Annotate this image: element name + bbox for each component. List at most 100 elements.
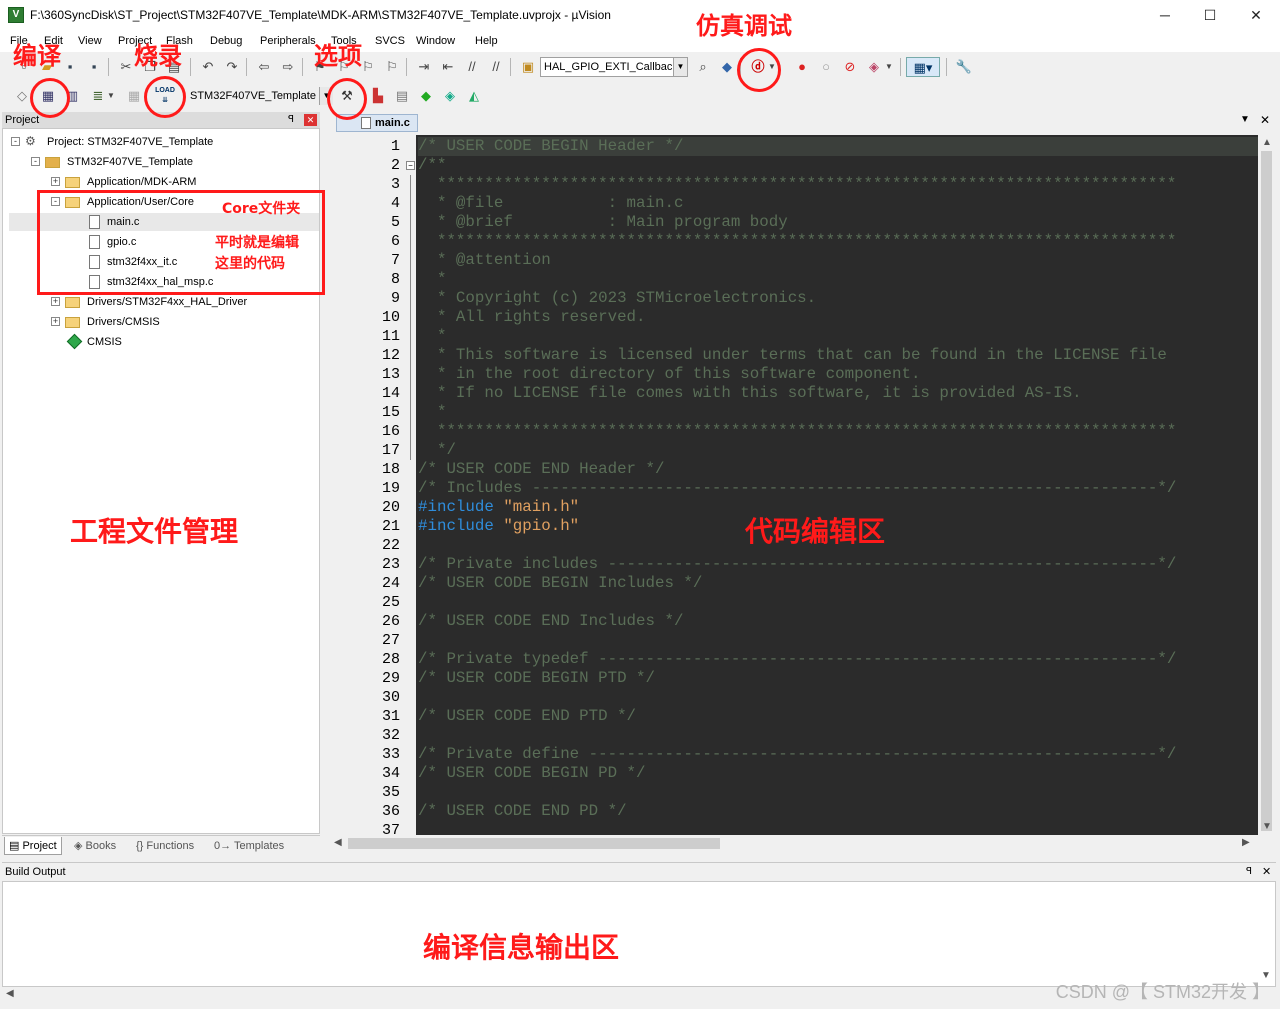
tree-item-target[interactable]: - STM32F407VE_Template [9,153,309,171]
configure-tools-icon[interactable]: 🔧 [954,57,974,77]
kill-breakpoints-icon[interactable]: ⊘ [840,57,860,77]
close-icon[interactable]: ✕ [304,114,317,126]
tab-books-label: Books [85,840,117,852]
pin-icon[interactable]: ꟼ [1246,863,1252,881]
window-title: F:\360SyncDisk\ST_Project\STM32F407VE_Te… [30,8,611,22]
chevron-down-icon[interactable]: ▼ [673,58,687,76]
pack-installer-icon[interactable]: ◭ [464,86,484,106]
collapse-icon[interactable]: - [11,137,20,146]
tree-item-group[interactable]: + Application/MDK-ARM [9,173,309,191]
line-number: 14 [381,385,400,402]
chevron-right-icon[interactable]: ▶ [1242,837,1250,848]
indent-icon[interactable]: ⇥ [414,57,434,77]
comment-icon[interactable]: // [462,57,482,77]
code-comment: /* USER CODE BEGIN Includes */ [418,574,703,592]
tree-item-group[interactable]: + Drivers/CMSIS [9,313,309,331]
window-layout-icon[interactable]: ▦▾ [906,57,940,77]
line-number: 37 [381,822,400,835]
tab-templates[interactable]: 0→ Templates [210,837,288,855]
code-line: /* USER CODE BEGIN PTD */ [418,669,1258,688]
tree-item-project[interactable]: - ⚙ Project: STM32F407VE_Template [9,133,309,151]
breakpoint-icon[interactable]: ● [792,57,812,77]
minimize-button[interactable]: ─ [1150,4,1180,26]
navigate-forward-icon[interactable]: ⇨ [278,57,298,77]
editor-vertical-scrollbar[interactable]: ▲ ▼ [1258,135,1275,835]
expand-icon[interactable]: + [51,297,60,306]
chevron-down-icon[interactable]: ▼ [1262,821,1272,832]
batch-build-icon[interactable]: ≣ [88,86,108,106]
find-icon[interactable]: ⌕ [693,57,713,77]
code-comment: /* USER CODE END Includes */ [418,612,684,630]
clear-bookmarks-icon[interactable]: ⚐ [382,57,402,77]
chevron-down-icon[interactable]: ▼ [106,86,116,106]
code-comment: /* Includes ----------------------------… [418,479,1177,497]
uvision-app-icon: V [8,7,24,23]
disable-breakpoint-icon[interactable]: ○ [816,57,836,77]
code-editor[interactable]: 1 2 3 4 5 6 7 8 9 10 11 12 13 14 15 16 17 18 19 20 21 22 23 24 2… [330,135,1258,835]
editor-tab-bar: main.c ▼ ✕ [328,112,1276,132]
translate-icon[interactable]: ◇ [12,86,32,106]
code-comment: /* USER CODE BEGIN Header */ [418,137,684,155]
code-comment: ****************************************… [418,232,1177,250]
tab-project[interactable]: ▤ Project [4,837,62,855]
pin-icon[interactable]: ꟼ [288,112,294,128]
unindent-icon[interactable]: ⇤ [438,57,458,77]
function-combo[interactable]: HAL_GPIO_EXTI_Callback ▼ [540,57,688,77]
build-output-header: Build Output ꟼ ✕ [2,862,1276,880]
expand-icon[interactable]: + [51,317,60,326]
save-all-icon[interactable]: ▪ [84,57,104,77]
folder-icon [65,177,80,188]
navigate-back-icon[interactable]: ⇦ [254,57,274,77]
menu-window[interactable]: Window [416,35,455,47]
chevron-down-icon[interactable]: ▼ [1240,114,1250,125]
scrollbar-thumb[interactable] [1261,151,1272,831]
debug-settings-icon[interactable]: ◈ [864,57,884,77]
toolbar-separator [946,58,947,76]
target-combo[interactable]: STM32F407VE_Template ▼ [186,86,334,106]
manage-runtime-environment-icon[interactable]: ◆ [416,86,436,106]
chevron-down-icon[interactable]: ▼ [883,57,895,77]
save-icon[interactable]: ▪ [60,57,80,77]
folder-icon [65,297,80,308]
tab-books[interactable]: ◈ Books [70,837,120,855]
menu-help[interactable]: Help [475,35,498,47]
chevron-left-icon[interactable]: ◀ [334,837,342,848]
chevron-left-icon[interactable]: ◀ [6,988,14,999]
stop-build-icon[interactable]: ▦ [124,86,144,106]
chevron-up-icon[interactable]: ▲ [1262,137,1272,148]
tab-functions[interactable]: {} Functions [132,837,198,855]
tree-item-group[interactable]: + Drivers/STM32F4xx_HAL_Driver [9,293,309,311]
editor-horizontal-scrollbar[interactable]: ◀ ▶ [330,835,1258,852]
maximize-button[interactable]: ☐ [1195,4,1225,26]
close-window-button[interactable]: ✕ [1241,4,1271,26]
line-number: 22 [381,537,400,554]
close-icon[interactable]: ✕ [1260,113,1270,127]
file-extensions-icon[interactable]: ▤ [392,86,412,106]
menu-debug[interactable]: Debug [210,35,242,47]
menu-view[interactable]: View [78,35,102,47]
undo-icon[interactable]: ↶ [198,57,218,77]
expand-icon[interactable]: + [51,177,60,186]
tree-item-component[interactable]: CMSIS [9,333,309,351]
redo-icon[interactable]: ↷ [222,57,242,77]
menu-svcs[interactable]: SVCS [375,35,405,47]
uncomment-icon[interactable]: // [486,57,506,77]
build-output-panel[interactable]: ▼ [2,881,1276,987]
cut-icon[interactable]: ✂ [116,57,136,77]
incremental-find-icon[interactable]: ◆ [717,57,737,77]
menu-peripherals[interactable]: Peripherals [260,35,316,47]
find-in-files-icon[interactable]: ▣ [518,57,538,77]
code-line: ****************************************… [418,175,1258,194]
collapse-icon[interactable]: - [31,157,40,166]
tree-label: STM32F407VE_Template [67,156,193,168]
fold-toggle-icon[interactable]: − [406,161,415,170]
manage-project-items-icon[interactable]: ▙ [368,86,388,106]
scrollbar-thumb[interactable] [348,838,720,849]
tab-functions-label: Functions [146,840,195,852]
function-combo-value: HAL_GPIO_EXTI_Callback [544,61,678,73]
close-icon[interactable]: ✕ [1262,863,1271,881]
select-packs-icon[interactable]: ◈ [440,86,460,106]
line-number: 31 [381,708,400,725]
toolbar-separator [108,58,109,76]
annotation-options: 选项 [314,42,362,70]
